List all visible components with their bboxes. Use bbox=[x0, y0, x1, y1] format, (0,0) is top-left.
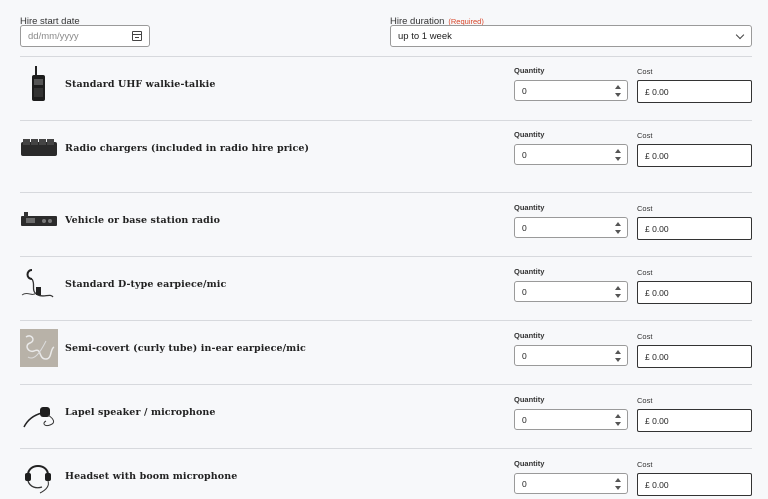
chevron-down-icon bbox=[735, 30, 745, 40]
item-name: Lapel speaker / microphone bbox=[65, 407, 216, 418]
quantity-stepper[interactable]: 0 bbox=[514, 409, 628, 430]
start-date-placeholder: dd/mm/yyyy bbox=[28, 31, 79, 42]
item-name: Headset with boom microphone bbox=[65, 471, 238, 482]
item-row-walkie-talkie: Standard UHF walkie-talkie Quantity Cost… bbox=[0, 57, 768, 121]
quantity-value: 0 bbox=[522, 415, 527, 425]
quantity-stepper[interactable]: 0 bbox=[514, 144, 628, 165]
spinner-icon[interactable] bbox=[615, 149, 621, 161]
cost-field[interactable]: £ 0.00 bbox=[637, 473, 752, 496]
spinner-icon[interactable] bbox=[615, 85, 621, 97]
quantity-label: Quantity bbox=[514, 331, 545, 340]
item-row-semi-covert: Semi-covert (curly tube) in-ear earpiece… bbox=[0, 321, 768, 385]
cost-field[interactable]: £ 0.00 bbox=[637, 409, 752, 432]
quantity-value: 0 bbox=[522, 479, 527, 489]
quantity-value: 0 bbox=[522, 287, 527, 297]
cost-label: Cost bbox=[637, 396, 653, 405]
quantity-label: Quantity bbox=[514, 267, 545, 276]
cost-label: Cost bbox=[637, 268, 653, 277]
item-name: Vehicle or base station radio bbox=[65, 215, 221, 226]
item-row-headset: Headset with boom microphone Quantity Co… bbox=[0, 449, 768, 499]
calendar-icon[interactable] bbox=[132, 31, 142, 41]
cost-value: £ 0.00 bbox=[645, 416, 669, 426]
item-name: Radio chargers (included in radio hire p… bbox=[65, 143, 310, 154]
curly-tube-icon bbox=[20, 329, 58, 367]
charger-icon bbox=[21, 139, 57, 156]
quantity-label: Quantity bbox=[514, 203, 545, 212]
quantity-value: 0 bbox=[522, 351, 527, 361]
item-row-base-station: Vehicle or base station radio Quantity C… bbox=[0, 193, 768, 257]
lapel-mic-icon bbox=[23, 407, 55, 428]
cost-field[interactable]: £ 0.00 bbox=[637, 345, 752, 368]
quantity-value: 0 bbox=[522, 150, 527, 160]
item-name: Standard UHF walkie-talkie bbox=[65, 79, 216, 90]
cost-field[interactable]: £ 0.00 bbox=[637, 217, 752, 240]
spinner-icon[interactable] bbox=[615, 222, 621, 234]
cost-value: £ 0.00 bbox=[645, 352, 669, 362]
cost-value: £ 0.00 bbox=[645, 288, 669, 298]
spinner-icon[interactable] bbox=[615, 350, 621, 362]
cost-label: Cost bbox=[637, 332, 653, 341]
walkie-talkie-icon bbox=[32, 66, 45, 101]
quantity-stepper[interactable]: 0 bbox=[514, 345, 628, 366]
item-row-lapel-speaker: Lapel speaker / microphone Quantity Cost… bbox=[0, 385, 768, 449]
spinner-icon[interactable] bbox=[615, 478, 621, 490]
quantity-label: Quantity bbox=[514, 130, 545, 139]
cost-value: £ 0.00 bbox=[645, 151, 669, 161]
item-row-d-type-earpiece: Standard D-type earpiece/mic Quantity Co… bbox=[0, 257, 768, 321]
cost-value: £ 0.00 bbox=[645, 224, 669, 234]
cost-label: Cost bbox=[637, 67, 653, 76]
quantity-stepper[interactable]: 0 bbox=[514, 473, 628, 494]
quantity-stepper[interactable]: 0 bbox=[514, 80, 628, 101]
quantity-stepper[interactable]: 0 bbox=[514, 217, 628, 238]
quantity-stepper[interactable]: 0 bbox=[514, 281, 628, 302]
duration-value: up to 1 week bbox=[398, 31, 452, 42]
item-name: Semi-covert (curly tube) in-ear earpiece… bbox=[65, 343, 306, 354]
duration-select[interactable]: up to 1 week bbox=[390, 25, 752, 47]
quantity-value: 0 bbox=[522, 86, 527, 96]
spinner-icon[interactable] bbox=[615, 414, 621, 426]
cost-value: £ 0.00 bbox=[645, 480, 669, 490]
cost-label: Cost bbox=[637, 204, 653, 213]
cost-field[interactable]: £ 0.00 bbox=[637, 281, 752, 304]
quantity-label: Quantity bbox=[514, 66, 545, 75]
item-name: Standard D-type earpiece/mic bbox=[65, 279, 227, 290]
quantity-label: Quantity bbox=[514, 459, 545, 468]
headset-icon bbox=[25, 465, 51, 494]
cost-label: Cost bbox=[637, 131, 653, 140]
start-date-input[interactable]: dd/mm/yyyy bbox=[20, 25, 150, 47]
cost-value: £ 0.00 bbox=[645, 87, 669, 97]
earpiece-icon bbox=[21, 269, 54, 298]
cost-field[interactable]: £ 0.00 bbox=[637, 144, 752, 167]
quantity-label: Quantity bbox=[514, 395, 545, 404]
cost-label: Cost bbox=[637, 460, 653, 469]
base-station-icon bbox=[21, 212, 57, 226]
item-row-chargers: Radio chargers (included in radio hire p… bbox=[0, 121, 768, 185]
spinner-icon[interactable] bbox=[615, 286, 621, 298]
cost-field[interactable]: £ 0.00 bbox=[637, 80, 752, 103]
quantity-value: 0 bbox=[522, 223, 527, 233]
